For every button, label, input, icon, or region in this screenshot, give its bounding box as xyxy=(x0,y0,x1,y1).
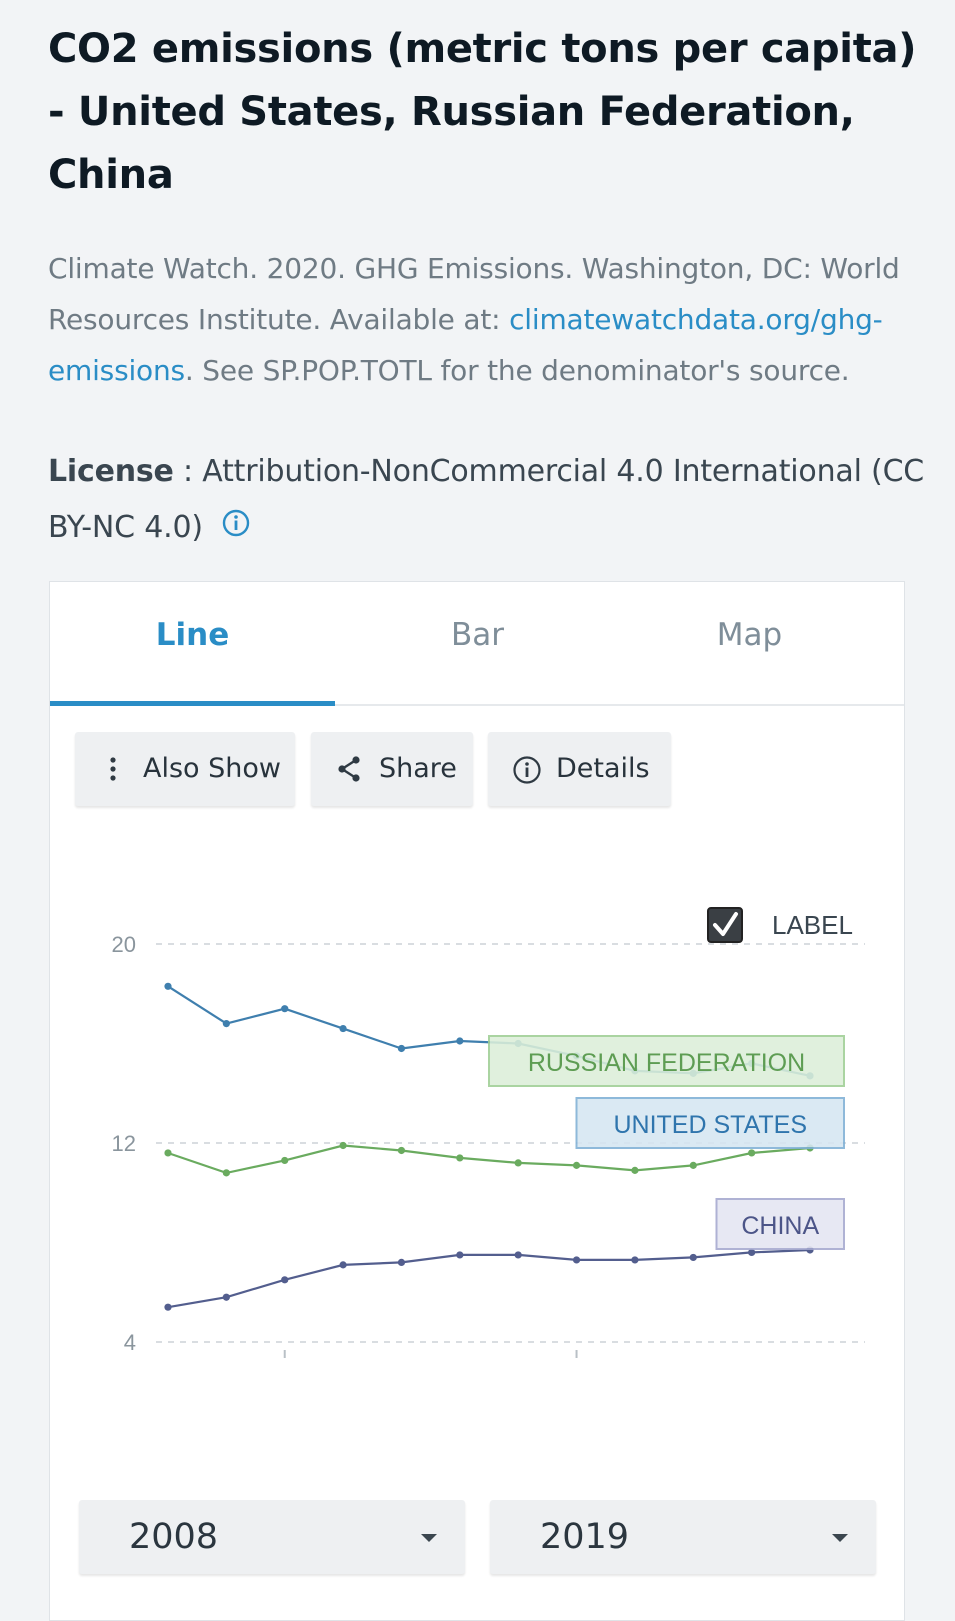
details-button[interactable]: Details xyxy=(488,732,671,806)
data-point xyxy=(689,1161,697,1169)
data-point xyxy=(164,982,172,990)
y-tick-label: 20 xyxy=(112,932,136,957)
data-point xyxy=(572,1161,581,1169)
series-label-text: CHINA xyxy=(741,1212,819,1240)
data-point xyxy=(456,1154,464,1162)
data-point xyxy=(222,1293,230,1301)
share-icon xyxy=(338,756,360,782)
end-year-value: 2019 xyxy=(540,1517,630,1557)
info-icon[interactable] xyxy=(221,501,251,557)
series-label-text: RUSSIAN FEDERATION xyxy=(528,1049,805,1077)
data-point xyxy=(456,1037,464,1045)
line-chart: 4 12 20 UNITED STATES RUSSIAN FEDERATION CHI… xyxy=(112,907,865,1358)
label-toggle[interactable]: LABEL xyxy=(707,907,853,943)
series-label: RUSSIAN FEDERATION xyxy=(488,1035,845,1087)
y-tick-label: 12 xyxy=(112,1131,136,1156)
chart-tabs: Line Bar Map xyxy=(50,582,904,706)
chevron-down-icon xyxy=(421,1534,437,1542)
data-point xyxy=(164,1303,172,1311)
data-point xyxy=(456,1251,464,1259)
series-label: UNITED STATES xyxy=(575,1097,845,1149)
data-point xyxy=(631,1166,639,1174)
page-title: CO2 emissions (metric tons per capita) -… xyxy=(48,26,917,198)
data-point xyxy=(222,1020,230,1028)
also-show-button[interactable]: Also Show xyxy=(75,732,295,806)
data-point xyxy=(339,1141,347,1150)
data-point xyxy=(689,1253,697,1262)
series-line xyxy=(167,1248,811,1309)
data-point xyxy=(748,1149,756,1157)
x-axis-ticks xyxy=(283,1350,578,1358)
data-point xyxy=(397,1044,406,1053)
data-point xyxy=(397,1146,406,1155)
data-point xyxy=(397,1258,406,1266)
data-point xyxy=(281,1005,289,1013)
data-point xyxy=(631,1256,639,1264)
series-label-text: UNITED STATES xyxy=(613,1111,807,1139)
data-point xyxy=(514,1159,522,1167)
more-vertical-icon xyxy=(110,757,116,781)
chevron-down-icon xyxy=(832,1534,848,1542)
start-year-select[interactable]: 2008 xyxy=(79,1500,465,1574)
data-point xyxy=(164,1149,172,1157)
data-point xyxy=(222,1169,230,1177)
license-label: License xyxy=(48,454,174,489)
data-point xyxy=(339,1261,347,1269)
info-circle-icon xyxy=(513,756,541,784)
data-point xyxy=(281,1156,289,1165)
series-line xyxy=(167,1144,811,1175)
chart-card: Line Bar Map Also Show Share Details 4 12… xyxy=(49,581,905,1621)
source-text-after: . See SP.POP.TOTL for the denominator's … xyxy=(184,354,850,387)
also-show-label: Also Show xyxy=(143,753,281,784)
details-label: Details xyxy=(556,753,650,784)
data-point xyxy=(572,1256,581,1264)
end-year-select[interactable]: 2019 xyxy=(490,1500,876,1574)
license: License : Attribution-NonCommercial 4.0 … xyxy=(48,444,928,557)
tab-map[interactable]: Map xyxy=(607,582,892,704)
share-button[interactable]: Share xyxy=(311,732,473,806)
data-point xyxy=(514,1251,522,1259)
tab-bar[interactable]: Bar xyxy=(335,582,620,704)
series-label: CHINA xyxy=(715,1198,845,1250)
data-point xyxy=(339,1024,347,1033)
y-tick-label: 4 xyxy=(124,1330,136,1355)
y-axis-ticks: 4 12 20 xyxy=(112,932,136,1355)
source-citation: Climate Watch. 2020. GHG Emissions. Wash… xyxy=(48,243,918,396)
start-year-value: 2008 xyxy=(129,1517,219,1557)
label-toggle-text: LABEL xyxy=(772,910,853,940)
tab-line[interactable]: Line xyxy=(50,582,335,706)
share-label: Share xyxy=(379,753,457,784)
license-separator: : xyxy=(173,454,203,489)
data-point xyxy=(281,1276,289,1284)
